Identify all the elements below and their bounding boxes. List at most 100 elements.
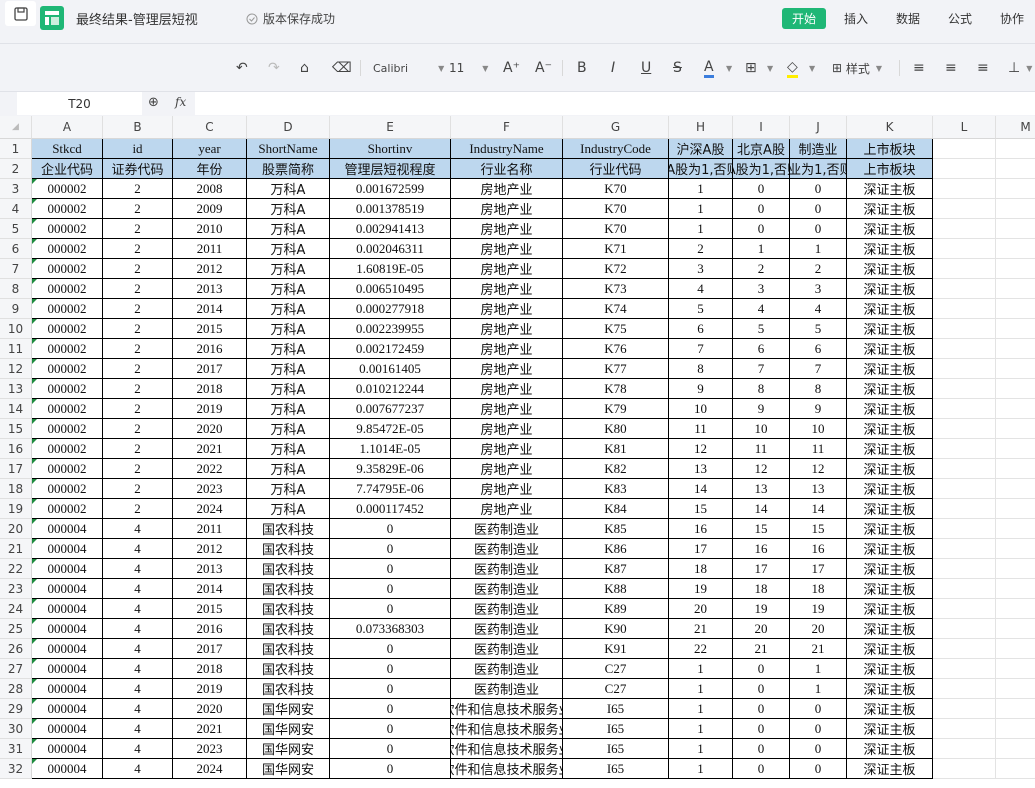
cell-C28[interactable]: 2019 <box>173 679 247 699</box>
cell-M27[interactable] <box>996 659 1035 679</box>
cell-C31[interactable]: 2023 <box>173 739 247 759</box>
cell-L30[interactable] <box>933 719 996 739</box>
cell-H16[interactable]: 12 <box>669 439 733 459</box>
cell-I20[interactable]: 15 <box>733 519 790 539</box>
cell-H17[interactable]: 13 <box>669 459 733 479</box>
cell-A9[interactable]: 000002 <box>32 299 103 319</box>
cell-C9[interactable]: 2014 <box>173 299 247 319</box>
cell-J1[interactable]: 制造业 <box>790 139 847 159</box>
cell-E32[interactable]: 0 <box>330 759 451 779</box>
cell-M9[interactable] <box>996 299 1035 319</box>
cell-L11[interactable] <box>933 339 996 359</box>
cell-B31[interactable]: 4 <box>103 739 173 759</box>
row-header-12[interactable]: 12 <box>0 359 32 379</box>
cell-J16[interactable]: 11 <box>790 439 847 459</box>
cell-C24[interactable]: 2015 <box>173 599 247 619</box>
cell-C20[interactable]: 2011 <box>173 519 247 539</box>
cell-G17[interactable]: K82 <box>563 459 669 479</box>
cell-H3[interactable]: 1 <box>669 179 733 199</box>
cell-I23[interactable]: 18 <box>733 579 790 599</box>
cell-F29[interactable]: 软件和信息技术服务业 <box>451 699 563 719</box>
cell-K18[interactable]: 深证主板 <box>847 479 933 499</box>
cell-E30[interactable]: 0 <box>330 719 451 739</box>
cell-B7[interactable]: 2 <box>103 259 173 279</box>
cell-F1[interactable]: IndustryName <box>451 139 563 159</box>
cell-C25[interactable]: 2016 <box>173 619 247 639</box>
cell-B1[interactable]: id <box>103 139 173 159</box>
cell-D27[interactable]: 国农科技 <box>247 659 330 679</box>
row-header-16[interactable]: 16 <box>0 439 32 459</box>
cell-E27[interactable]: 0 <box>330 659 451 679</box>
cell-D26[interactable]: 国农科技 <box>247 639 330 659</box>
cell-D32[interactable]: 国华网安 <box>247 759 330 779</box>
cell-F30[interactable]: 软件和信息技术服务业 <box>451 719 563 739</box>
cell-B8[interactable]: 2 <box>103 279 173 299</box>
cell-J25[interactable]: 20 <box>790 619 847 639</box>
cell-G12[interactable]: K77 <box>563 359 669 379</box>
cell-L20[interactable] <box>933 519 996 539</box>
cell-I11[interactable]: 6 <box>733 339 790 359</box>
cell-K26[interactable]: 深证主板 <box>847 639 933 659</box>
cell-A32[interactable]: 000004 <box>32 759 103 779</box>
cell-D17[interactable]: 万科A <box>247 459 330 479</box>
cell-C23[interactable]: 2014 <box>173 579 247 599</box>
cell-E11[interactable]: 0.002172459 <box>330 339 451 359</box>
cell-I21[interactable]: 16 <box>733 539 790 559</box>
cell-I2[interactable]: 北京A股为1,否则为0 <box>733 159 790 179</box>
cell-L4[interactable] <box>933 199 996 219</box>
cell-H23[interactable]: 19 <box>669 579 733 599</box>
cell-M25[interactable] <box>996 619 1035 639</box>
cell-L31[interactable] <box>933 739 996 759</box>
cell-H22[interactable]: 18 <box>669 559 733 579</box>
cell-F32[interactable]: 软件和信息技术服务业 <box>451 759 563 779</box>
cell-F27[interactable]: 医药制造业 <box>451 659 563 679</box>
cell-H25[interactable]: 21 <box>669 619 733 639</box>
cell-K22[interactable]: 深证主板 <box>847 559 933 579</box>
cell-A28[interactable]: 000004 <box>32 679 103 699</box>
cell-A29[interactable]: 000004 <box>32 699 103 719</box>
align-right-icon[interactable]: ≡ <box>977 58 989 78</box>
cell-E17[interactable]: 9.35829E-06 <box>330 459 451 479</box>
eraser-icon[interactable]: ⌫ <box>332 58 352 78</box>
row-header-4[interactable]: 4 <box>0 199 32 219</box>
cell-J31[interactable]: 0 <box>790 739 847 759</box>
cell-E12[interactable]: 0.00161405 <box>330 359 451 379</box>
cell-K20[interactable]: 深证主板 <box>847 519 933 539</box>
cell-K4[interactable]: 深证主板 <box>847 199 933 219</box>
cell-A3[interactable]: 000002 <box>32 179 103 199</box>
cell-G20[interactable]: K85 <box>563 519 669 539</box>
cell-G30[interactable]: I65 <box>563 719 669 739</box>
cell-M29[interactable] <box>996 699 1035 719</box>
cell-G27[interactable]: C27 <box>563 659 669 679</box>
cell-L25[interactable] <box>933 619 996 639</box>
cell-K10[interactable]: 深证主板 <box>847 319 933 339</box>
cell-C7[interactable]: 2012 <box>173 259 247 279</box>
cell-B9[interactable]: 2 <box>103 299 173 319</box>
cell-A5[interactable]: 000002 <box>32 219 103 239</box>
cell-G1[interactable]: IndustryCode <box>563 139 669 159</box>
align-left-icon[interactable]: ≡ <box>913 58 925 78</box>
cell-B21[interactable]: 4 <box>103 539 173 559</box>
cell-G8[interactable]: K73 <box>563 279 669 299</box>
cell-K31[interactable]: 深证主板 <box>847 739 933 759</box>
cell-J32[interactable]: 0 <box>790 759 847 779</box>
cell-E26[interactable]: 0 <box>330 639 451 659</box>
cell-M7[interactable] <box>996 259 1035 279</box>
row-header-30[interactable]: 30 <box>0 719 32 739</box>
cell-M17[interactable] <box>996 459 1035 479</box>
menu-insert[interactable]: 插入 <box>834 8 878 29</box>
cell-C11[interactable]: 2016 <box>173 339 247 359</box>
cell-J30[interactable]: 0 <box>790 719 847 739</box>
cell-G29[interactable]: I65 <box>563 699 669 719</box>
cell-E19[interactable]: 0.000117452 <box>330 499 451 519</box>
row-header-3[interactable]: 3 <box>0 179 32 199</box>
cell-A17[interactable]: 000002 <box>32 459 103 479</box>
cell-J3[interactable]: 0 <box>790 179 847 199</box>
row-header-5[interactable]: 5 <box>0 219 32 239</box>
cell-L28[interactable] <box>933 679 996 699</box>
cell-L13[interactable] <box>933 379 996 399</box>
cell-D3[interactable]: 万科A <box>247 179 330 199</box>
cell-E23[interactable]: 0 <box>330 579 451 599</box>
cell-L6[interactable] <box>933 239 996 259</box>
row-header-31[interactable]: 31 <box>0 739 32 759</box>
